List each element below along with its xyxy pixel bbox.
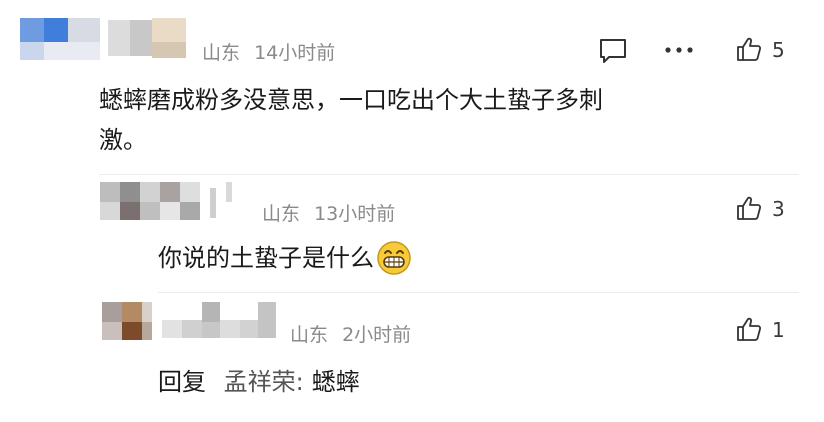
like-button[interactable]: 5: [736, 36, 796, 66]
location-label: 山东: [262, 203, 301, 225]
timestamp: 13小时前: [314, 203, 396, 225]
avatar[interactable]: [20, 18, 190, 62]
reply-colon: :: [295, 368, 304, 396]
comment-text: 你说的土蛰子是什么: [158, 244, 374, 272]
divider: [158, 292, 799, 293]
avatar[interactable]: [102, 302, 278, 342]
timestamp: 14小时前: [254, 42, 336, 64]
like-count: 5: [772, 38, 785, 62]
comment-text-line-1: 蟋蟀磨成粉多没意思，一口吃出个大土蛰子多刺: [99, 86, 603, 114]
timestamp: 2小时前: [342, 324, 412, 346]
comment-text-line-2: 激。: [99, 126, 147, 154]
like-count: 3: [772, 197, 785, 221]
location-label: 山东: [202, 42, 241, 64]
divider: [99, 174, 799, 175]
avatar[interactable]: [100, 182, 250, 222]
location-label: 山东: [290, 324, 329, 346]
more-icon[interactable]: [664, 46, 694, 54]
reply-prefix: 回复: [158, 368, 206, 396]
like-button[interactable]: 1: [736, 316, 796, 346]
thumbs-up-icon: [736, 195, 762, 221]
reply-text: 蟋蟀: [311, 368, 360, 396]
thumbs-up-icon: [736, 316, 762, 342]
thumbs-up-icon: [736, 36, 762, 62]
like-count: 1: [772, 318, 785, 342]
comment-icon[interactable]: [598, 38, 628, 64]
grinning-face-emoji: [376, 240, 412, 276]
reply-to-user[interactable]: 孟祥荣: [224, 368, 296, 396]
like-button[interactable]: 3: [736, 195, 796, 225]
